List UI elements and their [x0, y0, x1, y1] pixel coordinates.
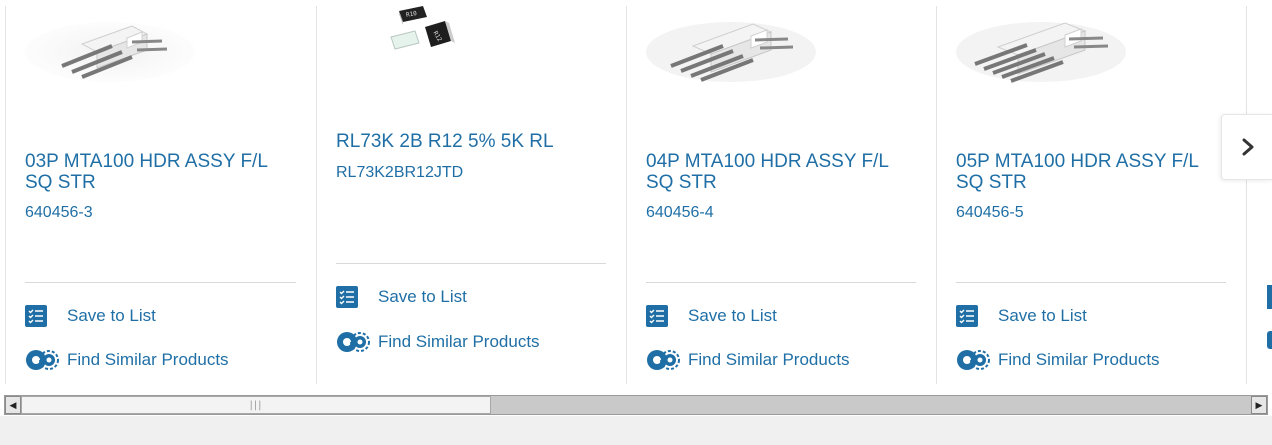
grip-icon: ||| — [249, 399, 263, 411]
product-image[interactable] — [22, 14, 197, 84]
find-similar-label: Find Similar Products — [67, 350, 229, 369]
card-separator — [336, 263, 606, 264]
product-image[interactable] — [953, 14, 1128, 84]
partial-next-card — [1267, 285, 1272, 355]
right-arrow-icon: ▶ — [1255, 399, 1263, 410]
find-similar-label: Find Similar Products — [998, 350, 1160, 369]
part-number-link[interactable]: RL73K2BR12JTD — [336, 164, 463, 182]
product-card: R10 R12 RL73K 2B R12 5% 5K RL RL73K2BR12… — [317, 0, 627, 388]
save-to-list-label: Save to List — [67, 306, 156, 325]
scroll-right-button[interactable]: ▶ — [1251, 396, 1267, 414]
checklist-icon — [336, 286, 358, 308]
gears-icon — [337, 332, 370, 352]
product-card: 04P MTA100 HDR ASSY F/L SQ STR 640456-4 … — [627, 0, 937, 388]
gears-icon — [26, 350, 59, 370]
product-title-link[interactable]: 05P MTA100 HDR ASSY F/L SQ STR — [956, 151, 1216, 193]
save-to-list-label: Save to List — [998, 306, 1087, 325]
card-separator — [956, 282, 1226, 283]
gears-icon — [647, 350, 680, 370]
page-footer-area — [0, 416, 1272, 445]
scrollbar-thumb[interactable]: ||| — [21, 396, 491, 414]
card-divider — [1246, 6, 1247, 384]
save-to-list-button[interactable]: Save to List — [646, 305, 777, 327]
part-number-link[interactable]: 640456-4 — [646, 204, 714, 222]
save-to-list-label: Save to List — [688, 306, 777, 325]
find-similar-label: Find Similar Products — [688, 350, 850, 369]
horizontal-scrollbar[interactable]: ◀ ||| ▶ — [4, 395, 1268, 415]
save-to-list-button[interactable]: Save to List — [336, 286, 467, 308]
save-to-list-button[interactable]: Save to List — [956, 305, 1087, 327]
find-similar-button[interactable]: Find Similar Products — [956, 348, 1160, 372]
find-similar-button[interactable]: Find Similar Products — [336, 330, 540, 354]
find-similar-label: Find Similar Products — [378, 332, 540, 351]
part-number-link[interactable]: 640456-3 — [25, 204, 93, 222]
product-title-link[interactable]: RL73K 2B R12 5% 5K RL — [336, 131, 596, 152]
product-carousel: 03P MTA100 HDR ASSY F/L SQ STR 640456-3 … — [0, 0, 1272, 388]
find-similar-button[interactable]: Find Similar Products — [25, 348, 229, 372]
save-to-list-button[interactable]: Save to List — [25, 305, 156, 327]
product-card: 03P MTA100 HDR ASSY F/L SQ STR 640456-3 … — [6, 0, 316, 388]
product-image[interactable] — [643, 14, 818, 84]
product-title-link[interactable]: 03P MTA100 HDR ASSY F/L SQ STR — [25, 151, 285, 193]
checklist-icon — [1267, 285, 1272, 309]
card-separator — [25, 282, 296, 283]
product-title-link[interactable]: 04P MTA100 HDR ASSY F/L SQ STR — [646, 151, 906, 193]
checklist-icon — [25, 305, 47, 327]
checklist-icon — [956, 305, 978, 327]
product-card: 05P MTA100 HDR ASSY F/L SQ STR 640456-5 … — [937, 0, 1247, 388]
gears-icon — [1267, 331, 1272, 349]
checklist-icon — [646, 305, 668, 327]
card-separator — [646, 282, 916, 283]
left-arrow-icon: ◀ — [9, 399, 17, 410]
part-number-link[interactable]: 640456-5 — [956, 204, 1024, 222]
chevron-right-icon — [1242, 138, 1253, 156]
find-similar-button[interactable]: Find Similar Products — [646, 348, 850, 372]
carousel-next-button[interactable] — [1221, 114, 1272, 180]
scroll-left-button[interactable]: ◀ — [5, 396, 21, 414]
save-to-list-label: Save to List — [378, 287, 467, 306]
gears-icon — [957, 350, 990, 370]
product-image[interactable]: R10 R12 — [385, 3, 475, 55]
